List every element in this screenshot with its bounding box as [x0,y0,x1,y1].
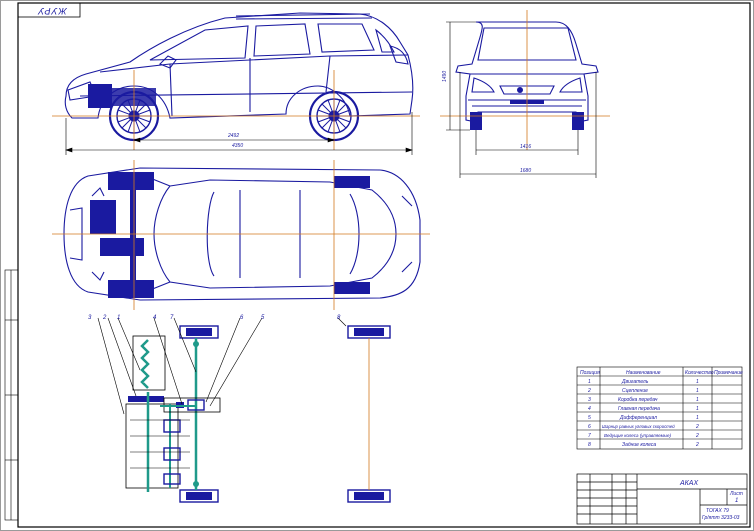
spec-row-qty: 2 [695,433,699,439]
spec-row-qty: 1 [696,415,699,421]
spec-row-qty: 1 [696,406,699,412]
drawing-title-code: АКАХ [679,480,698,487]
spec-row-pos: 8 [588,442,591,448]
sheet-label: Лист [729,491,743,497]
spec-row-pos: 4 [588,406,591,412]
spec-row-pos: 3 [588,397,591,403]
spec-row-qty: 1 [696,388,699,394]
callout-2: 2 [102,315,107,321]
spec-row-pos: 1 [588,379,591,385]
spec-header-qty: Количество [685,370,714,376]
spec-row-name: Сцепление [622,388,648,394]
spec-row-name: Главная передача [618,406,660,412]
spec-row-name: Дифференциал [619,415,657,421]
height-dimension: 1490 [442,71,448,82]
track-dimension: 1416 [520,144,531,150]
spec-row-pos: 7 [588,433,591,439]
spec-row-name: Двигатель [621,379,649,385]
spec-row-qty: 1 [696,397,699,403]
spec-row-name: Задние колеса [622,442,656,448]
spec-header-name: Наименование [626,370,661,376]
wheelbase-dimension: 2492 [227,133,239,139]
callout-1: 1 [117,315,120,321]
designation-1: ТОГАХ 79 [706,508,729,514]
designation-2: Гр/ятт 3233-03 [702,515,740,521]
spec-row-name: Шарнир равных угловых скоростей [602,424,675,429]
spec-header-note: Примечание [714,370,743,376]
spec-row-name: Ведущие колеса (управляемые) [604,433,671,438]
spec-row-pos: 2 [587,388,591,394]
spec-row-qty: 2 [695,442,699,448]
spec-row-qty: 2 [695,424,699,430]
corner-code: ЖУРУ [37,6,67,16]
width-dimension: 1680 [520,168,531,174]
spec-row-pos: 5 [588,415,591,421]
length-dimension: 4350 [232,143,243,149]
sheet-number: 1 [735,498,738,504]
spec-header-position: Позиция [580,370,600,376]
spec-row-qty: 1 [696,379,699,385]
drawing-sheet: 2492 4350 1490 1416 1680 3 2 1 4 7 6 5 8… [0,0,754,531]
spec-row-name: Коробка передач [618,397,658,403]
spec-row-pos: 6 [588,424,591,430]
